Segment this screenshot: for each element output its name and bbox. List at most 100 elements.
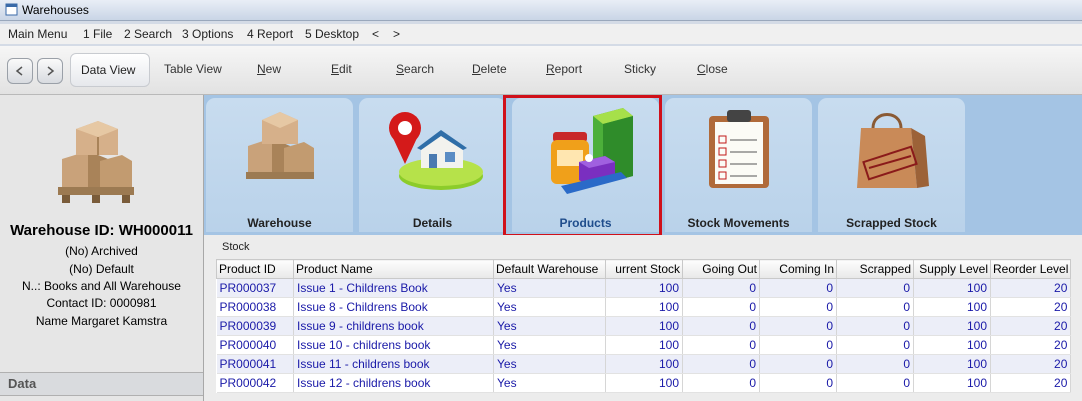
report-button[interactable]: Report [546, 62, 582, 76]
going-out-cell: 0 [682, 354, 760, 374]
product-id-cell: PR000039 [216, 316, 294, 336]
product-name-cell: Issue 8 - Childrens Book [293, 297, 494, 317]
contact-name: Name Margaret Kamstra [35, 314, 168, 328]
col-product-id[interactable]: Product ID [216, 259, 294, 279]
menu-report[interactable]: 4 Report [247, 27, 293, 41]
edit-button[interactable]: Edit [331, 62, 352, 76]
current-stock-cell: 100 [605, 316, 683, 336]
default-warehouse-cell: Yes [493, 335, 606, 355]
menu-search[interactable]: 2 Search [124, 27, 172, 41]
window-title: Warehouses [22, 3, 89, 17]
menu-bar: Main Menu 1 File 2 Search 3 Options 4 Re… [0, 24, 1082, 44]
going-out-cell: 0 [682, 278, 760, 298]
coming-in-cell: 0 [759, 316, 837, 336]
menu-file[interactable]: 1 File [83, 27, 112, 41]
archived-status: (No) Archived [65, 244, 138, 258]
tab-scrapped-stock-label: Scrapped Stock [846, 216, 937, 230]
supply-level-cell: 100 [913, 316, 991, 336]
current-stock-cell: 100 [605, 373, 683, 393]
stock-table: Product ID Product Name Default Warehous… [216, 259, 1072, 393]
product-name-cell: Issue 10 - childrens book [293, 335, 494, 355]
menu-forward[interactable]: > [393, 27, 400, 41]
clipboard-checklist-icon [708, 110, 769, 188]
new-button[interactable]: New [257, 62, 281, 76]
tab-scrapped-stock[interactable]: Scrapped Stock [818, 98, 965, 232]
default-warehouse-cell: Yes [493, 373, 606, 393]
product-id-cell: PR000038 [216, 297, 294, 317]
record-summary-panel: Warehouse ID: WH000011 (No) Archived (No… [0, 95, 204, 401]
arrow-left-icon [15, 66, 23, 76]
menu-main[interactable]: Main Menu [8, 27, 67, 41]
search-button[interactable]: Search [396, 62, 434, 76]
table-row[interactable]: PR000041 Issue 11 - childrens book Yes 1… [216, 354, 1072, 374]
reorder-level-cell: 20 [990, 297, 1072, 317]
col-current-stock[interactable]: urrent Stock [605, 259, 683, 279]
table-row[interactable]: PR000039 Issue 9 - childrens book Yes 10… [216, 316, 1072, 336]
menu-options[interactable]: 3 Options [182, 27, 233, 41]
supply-level-cell: 100 [913, 335, 991, 355]
reorder-level-cell: 20 [990, 373, 1072, 393]
main-area: Warehouse Details Products Stock Movemen… [204, 95, 1082, 401]
back-button[interactable] [7, 58, 33, 84]
menu-desktop[interactable]: 5 Desktop [305, 27, 359, 41]
product-name-cell: Issue 12 - childrens book [293, 373, 494, 393]
current-stock-cell: 100 [605, 335, 683, 355]
contact-id: Contact ID: 0000981 [46, 296, 157, 310]
data-section-label: Data [8, 376, 37, 391]
product-id-cell: PR000040 [216, 335, 294, 355]
going-out-cell: 0 [682, 297, 760, 317]
current-stock-cell: 100 [605, 278, 683, 298]
forward-button[interactable] [37, 58, 63, 84]
coming-in-cell: 0 [759, 373, 837, 393]
rejected-bag-icon [856, 113, 929, 188]
coming-in-cell: 0 [759, 297, 837, 317]
product-id-cell: PR000041 [216, 354, 294, 374]
col-supply-level[interactable]: Supply Level [913, 259, 991, 279]
reorder-level-cell: 20 [990, 354, 1072, 374]
sticky-button[interactable]: Sticky [624, 62, 656, 76]
boxes-pallet-icon [58, 121, 134, 203]
table-row[interactable]: PR000038 Issue 8 - Childrens Book Yes 10… [216, 297, 1072, 317]
toolbar: Data View Table View New Edit Search Del… [0, 46, 1082, 95]
menu-back[interactable]: < [372, 27, 379, 41]
tab-warehouse[interactable]: Warehouse [206, 98, 353, 232]
current-stock-cell: 100 [605, 297, 683, 317]
tab-details[interactable]: Details [359, 98, 506, 232]
product-id-cell: PR000042 [216, 373, 294, 393]
current-stock-cell: 100 [605, 354, 683, 374]
delete-button[interactable]: Delete [472, 62, 507, 76]
product-name-cell: Issue 1 - Childrens Book [293, 278, 494, 298]
tab-details-label: Details [412, 216, 453, 230]
col-reorder-level[interactable]: Reorder Level [989, 259, 1072, 279]
boxes-icon [245, 112, 314, 179]
col-product-name[interactable]: Product Name [293, 259, 494, 279]
close-button[interactable]: Close [697, 62, 728, 76]
stock-panel: Stock Product ID Product Name Default Wa… [204, 235, 1082, 401]
data-section-header[interactable]: Data [0, 372, 203, 396]
title-bar: Warehouses [0, 0, 1082, 21]
col-default-warehouse[interactable]: Default Warehouse [493, 259, 606, 279]
going-out-cell: 0 [682, 316, 760, 336]
table-view-button[interactable]: Table View [164, 62, 222, 76]
data-view-button[interactable]: Data View [70, 53, 150, 87]
tab-warehouse-label: Warehouse [247, 216, 312, 230]
product-name-cell: Issue 11 - childrens book [293, 354, 494, 374]
warehouse-name: N..: Books and All Warehouse [22, 279, 181, 293]
col-scrapped[interactable]: Scrapped [836, 259, 914, 279]
default-warehouse-cell: Yes [493, 316, 606, 336]
col-going-out[interactable]: Going Out [682, 259, 760, 279]
default-status: (No) Default [69, 262, 134, 276]
table-row[interactable]: PR000040 Issue 10 - childrens book Yes 1… [216, 335, 1072, 355]
default-warehouse-cell: Yes [493, 278, 606, 298]
scrapped-cell: 0 [836, 354, 914, 374]
default-warehouse-cell: Yes [493, 297, 606, 317]
tab-stock-movements[interactable]: Stock Movements [665, 98, 812, 232]
supply-level-cell: 100 [913, 373, 991, 393]
scrapped-cell: 0 [836, 373, 914, 393]
table-row[interactable]: PR000042 Issue 12 - childrens book Yes 1… [216, 373, 1072, 393]
default-warehouse-cell: Yes [493, 354, 606, 374]
table-row[interactable]: PR000037 Issue 1 - Childrens Book Yes 10… [216, 278, 1072, 298]
scrapped-cell: 0 [836, 316, 914, 336]
col-coming-in[interactable]: Coming In [759, 259, 837, 279]
scrapped-cell: 0 [836, 297, 914, 317]
